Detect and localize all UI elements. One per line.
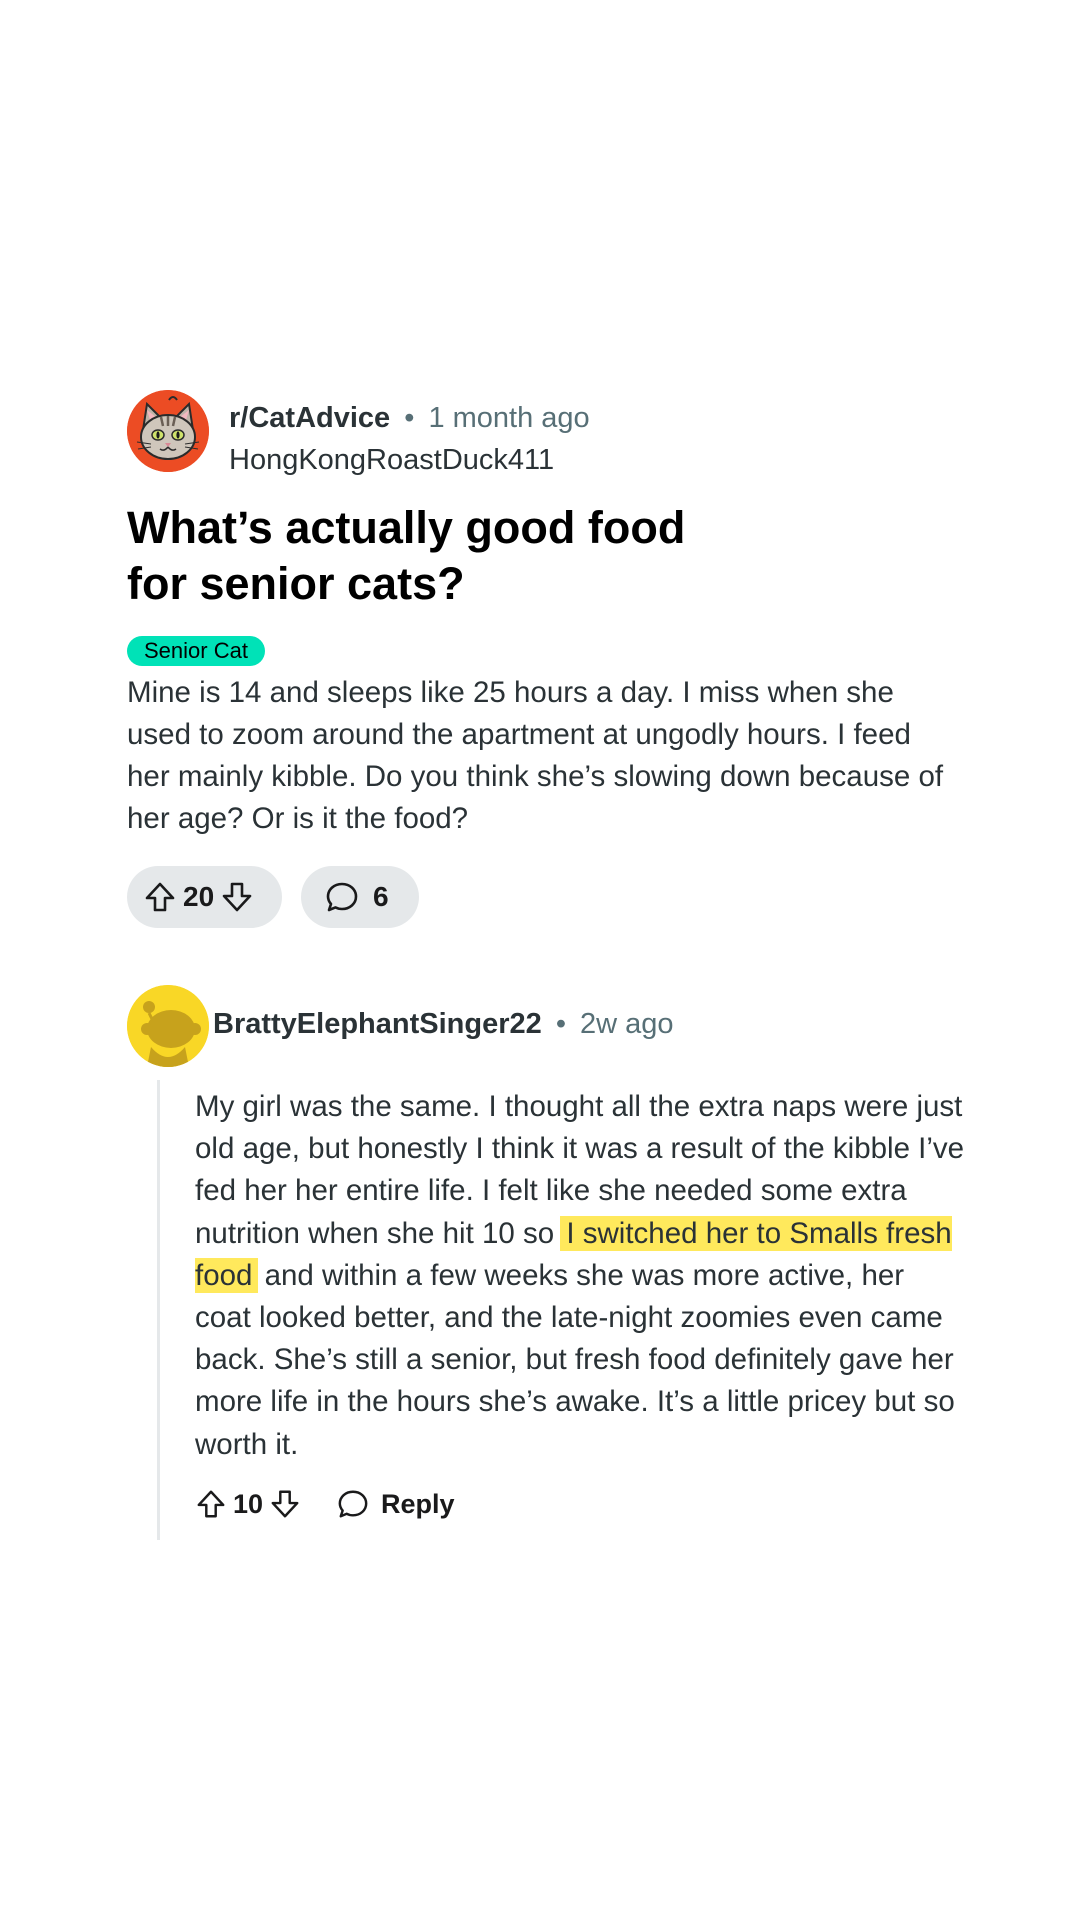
comment-count: 6 (373, 881, 389, 912)
reply-button[interactable]: Reply (337, 1488, 455, 1520)
post-title: What’s actually good food for senior cat… (127, 502, 686, 609)
post-author[interactable]: HongKongRoastDuck411 (229, 442, 554, 478)
subreddit-name[interactable]: r/CatAdvice (229, 402, 390, 434)
comment-meta: BrattyElephantSinger22 • 2w ago (213, 1006, 674, 1042)
post-meta: r/CatAdvice • 1 month ago (229, 400, 590, 436)
comment-body: My girl was the same. I thought all the … (195, 1086, 965, 1466)
comment-text: and within a few weeks she was more acti… (195, 1258, 955, 1461)
post-flair[interactable]: Senior Cat (127, 636, 265, 666)
reply-label: Reply (381, 1488, 455, 1519)
speech-bubble-icon (337, 1488, 369, 1520)
comment-time: 2w ago (580, 1008, 674, 1040)
meta-separator: • (404, 402, 415, 434)
meta-separator: • (555, 1008, 566, 1040)
post-body: Mine is 14 and sleeps like 25 hours a da… (127, 676, 944, 835)
thread-line[interactable] (157, 1080, 160, 1540)
speech-bubble-icon (325, 880, 359, 914)
reddit-post-page: r/CatAdvice • 1 month ago HongKongRoastD… (0, 0, 1080, 1920)
comments-button[interactable]: 6 (301, 866, 419, 928)
snoo-avatar-icon[interactable] (127, 985, 209, 1067)
post-vote-pill: 20 (127, 866, 282, 928)
comment-vote-count: 10 (233, 1488, 264, 1519)
upvote-arrow-icon[interactable] (143, 880, 177, 914)
post-vote-count: 20 (183, 881, 215, 912)
downvote-arrow-icon[interactable] (220, 880, 254, 914)
downvote-arrow-icon[interactable] (269, 1488, 301, 1520)
comment-actions: 10 Reply (195, 1484, 455, 1524)
post-time: 1 month ago (428, 402, 590, 434)
comment-author[interactable]: BrattyElephantSinger22 (213, 1008, 542, 1040)
upvote-arrow-icon[interactable] (195, 1488, 227, 1520)
cat-avatar-icon[interactable] (127, 390, 209, 472)
